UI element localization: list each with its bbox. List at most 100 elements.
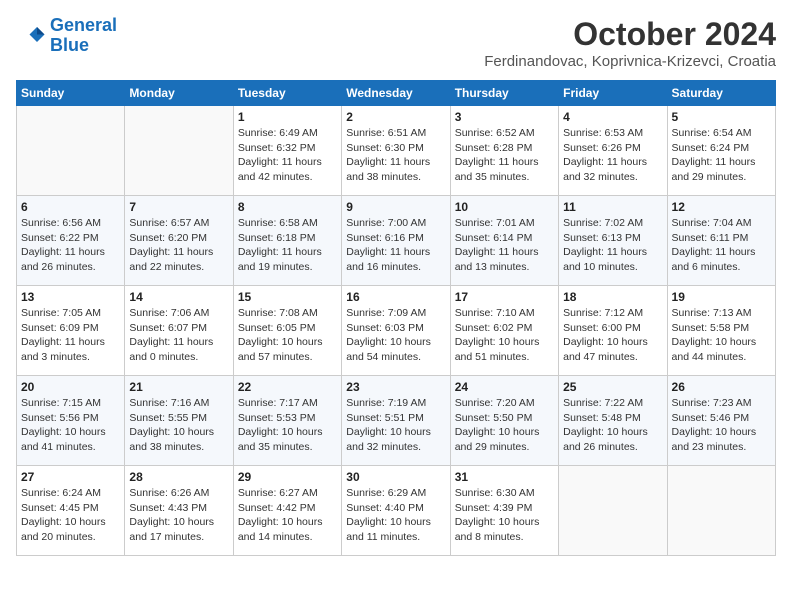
calendar-cell: 31Sunrise: 6:30 AM Sunset: 4:39 PM Dayli… bbox=[450, 466, 558, 556]
calendar-week-5: 27 Sunrise: 6:24 AM Sunset: 4:45 PM Dayli… bbox=[17, 466, 776, 556]
day-info: Sunrise: 7:10 AM Sunset: 6:02 PM Dayligh… bbox=[455, 306, 554, 365]
day-info: Sunrise: 6:53 AM Sunset: 6:26 PM Dayligh… bbox=[563, 126, 662, 185]
day-info: Sunrise: 7:23 AM Sunset: 5:46 PM Dayligh… bbox=[672, 396, 771, 455]
calendar-cell: 18Sunrise: 7:12 AM Sunset: 6:00 PM Dayli… bbox=[559, 286, 667, 376]
logo-icon bbox=[16, 21, 46, 51]
calendar-cell: 8Sunrise: 6:58 AM Sunset: 6:18 PM Daylig… bbox=[233, 196, 341, 286]
calendar-table: SundayMondayTuesdayWednesdayThursdayFrid… bbox=[16, 80, 776, 556]
weekday-header-sunday: Sunday bbox=[17, 81, 125, 106]
calendar-cell: 7 Sunrise: 6:57 AM Sunset: 6:20 PM Daylig… bbox=[125, 196, 233, 286]
calendar-cell: 10 Sunrise: 7:01 AM Sunset: 6:14 PM Dayli… bbox=[450, 196, 558, 286]
calendar-cell: 14 Sunrise: 7:06 AM Sunset: 6:07 PM Dayli… bbox=[125, 286, 233, 376]
day-number: 23 bbox=[346, 380, 445, 394]
day-info: Sunrise: 7:06 AM Sunset: 6:07 PM Dayligh… bbox=[129, 306, 228, 365]
calendar-week-1: 1Sunrise: 6:49 AM Sunset: 6:32 PM Daylig… bbox=[17, 106, 776, 196]
calendar-cell: 21 Sunrise: 7:16 AM Sunset: 5:55 PM Dayli… bbox=[125, 376, 233, 466]
day-info: Sunrise: 6:56 AM Sunset: 6:22 PM Dayligh… bbox=[21, 216, 120, 275]
day-number: 19 bbox=[672, 290, 771, 304]
day-info: Sunrise: 6:58 AM Sunset: 6:18 PM Dayligh… bbox=[238, 216, 337, 275]
calendar-cell: 17 Sunrise: 7:10 AM Sunset: 6:02 PM Dayli… bbox=[450, 286, 558, 376]
day-info: Sunrise: 7:01 AM Sunset: 6:14 PM Dayligh… bbox=[455, 216, 554, 275]
title-block: October 2024 Ferdinandovac, Koprivnica-K… bbox=[484, 16, 776, 70]
day-number: 27 bbox=[21, 470, 120, 484]
day-info: Sunrise: 7:08 AM Sunset: 6:05 PM Dayligh… bbox=[238, 306, 337, 365]
calendar-cell: 4 Sunrise: 6:53 AM Sunset: 6:26 PM Daylig… bbox=[559, 106, 667, 196]
calendar-cell bbox=[17, 106, 125, 196]
day-info: Sunrise: 6:24 AM Sunset: 4:45 PM Dayligh… bbox=[21, 486, 120, 545]
day-number: 24 bbox=[455, 380, 554, 394]
weekday-header-tuesday: Tuesday bbox=[233, 81, 341, 106]
day-number: 20 bbox=[21, 380, 120, 394]
day-number: 5 bbox=[672, 110, 771, 124]
day-number: 13 bbox=[21, 290, 120, 304]
day-number: 31 bbox=[455, 470, 554, 484]
day-number: 3 bbox=[455, 110, 554, 124]
day-info: Sunrise: 7:15 AM Sunset: 5:56 PM Dayligh… bbox=[21, 396, 120, 455]
calendar-cell: 11 Sunrise: 7:02 AM Sunset: 6:13 PM Dayli… bbox=[559, 196, 667, 286]
weekday-header-friday: Friday bbox=[559, 81, 667, 106]
calendar-cell: 1Sunrise: 6:49 AM Sunset: 6:32 PM Daylig… bbox=[233, 106, 341, 196]
day-info: Sunrise: 6:27 AM Sunset: 4:42 PM Dayligh… bbox=[238, 486, 337, 545]
day-info: Sunrise: 6:57 AM Sunset: 6:20 PM Dayligh… bbox=[129, 216, 228, 275]
calendar-week-2: 6Sunrise: 6:56 AM Sunset: 6:22 PM Daylig… bbox=[17, 196, 776, 286]
logo-text: General Blue bbox=[50, 16, 117, 56]
calendar-cell: 28 Sunrise: 6:26 AM Sunset: 4:43 PM Dayli… bbox=[125, 466, 233, 556]
calendar-cell: 27 Sunrise: 6:24 AM Sunset: 4:45 PM Dayli… bbox=[17, 466, 125, 556]
day-info: Sunrise: 6:51 AM Sunset: 6:30 PM Dayligh… bbox=[346, 126, 445, 185]
day-number: 30 bbox=[346, 470, 445, 484]
calendar-body: 1Sunrise: 6:49 AM Sunset: 6:32 PM Daylig… bbox=[17, 106, 776, 556]
day-number: 7 bbox=[129, 200, 228, 214]
day-number: 2 bbox=[346, 110, 445, 124]
day-number: 11 bbox=[563, 200, 662, 214]
day-info: Sunrise: 7:13 AM Sunset: 5:58 PM Dayligh… bbox=[672, 306, 771, 365]
day-number: 26 bbox=[672, 380, 771, 394]
day-info: Sunrise: 7:12 AM Sunset: 6:00 PM Dayligh… bbox=[563, 306, 662, 365]
calendar-cell: 30 Sunrise: 6:29 AM Sunset: 4:40 PM Dayli… bbox=[342, 466, 450, 556]
day-info: Sunrise: 7:17 AM Sunset: 5:53 PM Dayligh… bbox=[238, 396, 337, 455]
calendar-cell: 22 Sunrise: 7:17 AM Sunset: 5:53 PM Dayli… bbox=[233, 376, 341, 466]
day-info: Sunrise: 7:02 AM Sunset: 6:13 PM Dayligh… bbox=[563, 216, 662, 275]
weekday-header-monday: Monday bbox=[125, 81, 233, 106]
calendar-cell bbox=[559, 466, 667, 556]
day-number: 9 bbox=[346, 200, 445, 214]
day-info: Sunrise: 7:16 AM Sunset: 5:55 PM Dayligh… bbox=[129, 396, 228, 455]
calendar-cell: 23Sunrise: 7:19 AM Sunset: 5:51 PM Dayli… bbox=[342, 376, 450, 466]
calendar-cell: 16 Sunrise: 7:09 AM Sunset: 6:03 PM Dayli… bbox=[342, 286, 450, 376]
day-number: 10 bbox=[455, 200, 554, 214]
day-number: 28 bbox=[129, 470, 228, 484]
calendar-cell: 12 Sunrise: 7:04 AM Sunset: 6:11 PM Dayli… bbox=[667, 196, 775, 286]
day-number: 14 bbox=[129, 290, 228, 304]
day-info: Sunrise: 6:29 AM Sunset: 4:40 PM Dayligh… bbox=[346, 486, 445, 545]
calendar-cell: 26 Sunrise: 7:23 AM Sunset: 5:46 PM Dayli… bbox=[667, 376, 775, 466]
calendar-cell bbox=[667, 466, 775, 556]
day-number: 17 bbox=[455, 290, 554, 304]
month-title: October 2024 bbox=[484, 16, 776, 53]
day-info: Sunrise: 6:49 AM Sunset: 6:32 PM Dayligh… bbox=[238, 126, 337, 185]
day-info: Sunrise: 7:04 AM Sunset: 6:11 PM Dayligh… bbox=[672, 216, 771, 275]
day-info: Sunrise: 6:52 AM Sunset: 6:28 PM Dayligh… bbox=[455, 126, 554, 185]
location: Ferdinandovac, Koprivnica-Krizevci, Croa… bbox=[484, 53, 776, 70]
day-number: 15 bbox=[238, 290, 337, 304]
logo: General Blue bbox=[16, 16, 117, 56]
calendar-cell: 13Sunrise: 7:05 AM Sunset: 6:09 PM Dayli… bbox=[17, 286, 125, 376]
calendar-cell: 3 Sunrise: 6:52 AM Sunset: 6:28 PM Daylig… bbox=[450, 106, 558, 196]
day-number: 12 bbox=[672, 200, 771, 214]
day-info: Sunrise: 7:22 AM Sunset: 5:48 PM Dayligh… bbox=[563, 396, 662, 455]
day-number: 16 bbox=[346, 290, 445, 304]
calendar-cell: 24 Sunrise: 7:20 AM Sunset: 5:50 PM Dayli… bbox=[450, 376, 558, 466]
day-info: Sunrise: 6:54 AM Sunset: 6:24 PM Dayligh… bbox=[672, 126, 771, 185]
calendar-cell: 20 Sunrise: 7:15 AM Sunset: 5:56 PM Dayli… bbox=[17, 376, 125, 466]
day-number: 21 bbox=[129, 380, 228, 394]
calendar-cell: 9 Sunrise: 7:00 AM Sunset: 6:16 PM Daylig… bbox=[342, 196, 450, 286]
calendar-cell: 5 Sunrise: 6:54 AM Sunset: 6:24 PM Daylig… bbox=[667, 106, 775, 196]
day-info: Sunrise: 7:20 AM Sunset: 5:50 PM Dayligh… bbox=[455, 396, 554, 455]
weekday-header-thursday: Thursday bbox=[450, 81, 558, 106]
day-info: Sunrise: 6:26 AM Sunset: 4:43 PM Dayligh… bbox=[129, 486, 228, 545]
calendar-week-4: 20 Sunrise: 7:15 AM Sunset: 5:56 PM Dayli… bbox=[17, 376, 776, 466]
calendar-cell: 29Sunrise: 6:27 AM Sunset: 4:42 PM Dayli… bbox=[233, 466, 341, 556]
day-number: 4 bbox=[563, 110, 662, 124]
calendar-cell: 6Sunrise: 6:56 AM Sunset: 6:22 PM Daylig… bbox=[17, 196, 125, 286]
day-info: Sunrise: 7:00 AM Sunset: 6:16 PM Dayligh… bbox=[346, 216, 445, 275]
day-number: 22 bbox=[238, 380, 337, 394]
day-info: Sunrise: 7:09 AM Sunset: 6:03 PM Dayligh… bbox=[346, 306, 445, 365]
